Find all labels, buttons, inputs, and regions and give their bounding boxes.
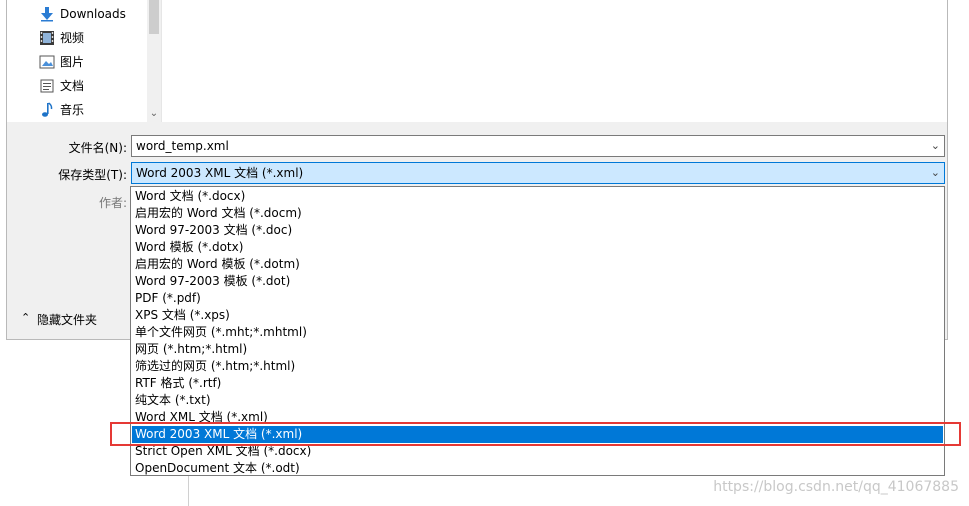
nav-scrollbar[interactable]: ⌄ <box>147 0 161 122</box>
dropdown-option[interactable]: 单个文件网页 (*.mht;*.mhtml) <box>132 324 943 341</box>
dropdown-option[interactable]: 网页 (*.htm;*.html) <box>132 341 943 358</box>
nav-item-label: Downloads <box>60 7 126 21</box>
nav-item-label: 音乐 <box>60 103 85 117</box>
file-list-area[interactable] <box>161 0 947 122</box>
nav-item-label: 视频 <box>60 31 85 45</box>
video-icon <box>40 31 54 45</box>
divider <box>188 476 189 506</box>
dropdown-option[interactable]: Word 97-2003 模板 (*.dot) <box>132 273 943 290</box>
savetype-value: Word 2003 XML 文档 (*.xml) <box>136 166 304 180</box>
navigation-pane: Downloads 视频 图片 文档 音乐 ⌄ <box>7 0 161 122</box>
chevron-up-icon: ⌃ <box>21 311 31 324</box>
dropdown-option[interactable]: 启用宏的 Word 模板 (*.dotm) <box>132 256 943 273</box>
dropdown-option[interactable]: XPS 文档 (*.xps) <box>132 307 943 324</box>
dropdown-option[interactable]: PDF (*.pdf) <box>132 290 943 307</box>
dropdown-option[interactable]: Word 文档 (*.docx) <box>132 188 943 205</box>
dropdown-option[interactable]: 筛选过的网页 (*.htm;*.html) <box>132 358 943 375</box>
scrollbar-thumb[interactable] <box>149 0 159 34</box>
dropdown-option[interactable]: OpenDocument 文本 (*.odt) <box>132 460 943 477</box>
savetype-select[interactable]: Word 2003 XML 文档 (*.xml) ⌄ <box>131 162 945 184</box>
nav-item-label: 文档 <box>60 79 85 93</box>
filename-input[interactable]: word_temp.xml ⌄ <box>131 135 945 157</box>
nav-item-label: 图片 <box>60 55 85 69</box>
dropdown-option[interactable]: Word 97-2003 文档 (*.doc) <box>132 222 943 239</box>
dropdown-option[interactable]: 启用宏的 Word 文档 (*.docm) <box>132 205 943 222</box>
filename-label: 文件名(N): <box>68 141 127 155</box>
watermark-text: https://blog.csdn.net/qq_41067885 <box>713 479 959 495</box>
document-icon <box>40 79 54 93</box>
hide-folders-label: 隐藏文件夹 <box>37 313 98 327</box>
author-label: 作者: <box>98 196 127 210</box>
annotation-highlight-box <box>110 422 961 446</box>
chevron-down-icon[interactable]: ⌄ <box>147 106 161 122</box>
dropdown-option[interactable]: RTF 格式 (*.rtf) <box>132 375 943 392</box>
chevron-down-icon[interactable]: ⌄ <box>931 163 940 183</box>
dropdown-option[interactable]: 纯文本 (*.txt) <box>132 392 943 409</box>
music-note-icon <box>42 102 53 117</box>
download-arrow-icon <box>41 7 53 22</box>
filename-value: word_temp.xml <box>136 139 229 153</box>
dropdown-option[interactable]: Word 模板 (*.dotx) <box>132 239 943 256</box>
picture-icon <box>39 55 55 69</box>
savetype-label: 保存类型(T): <box>58 168 127 182</box>
chevron-down-icon[interactable]: ⌄ <box>931 136 940 156</box>
